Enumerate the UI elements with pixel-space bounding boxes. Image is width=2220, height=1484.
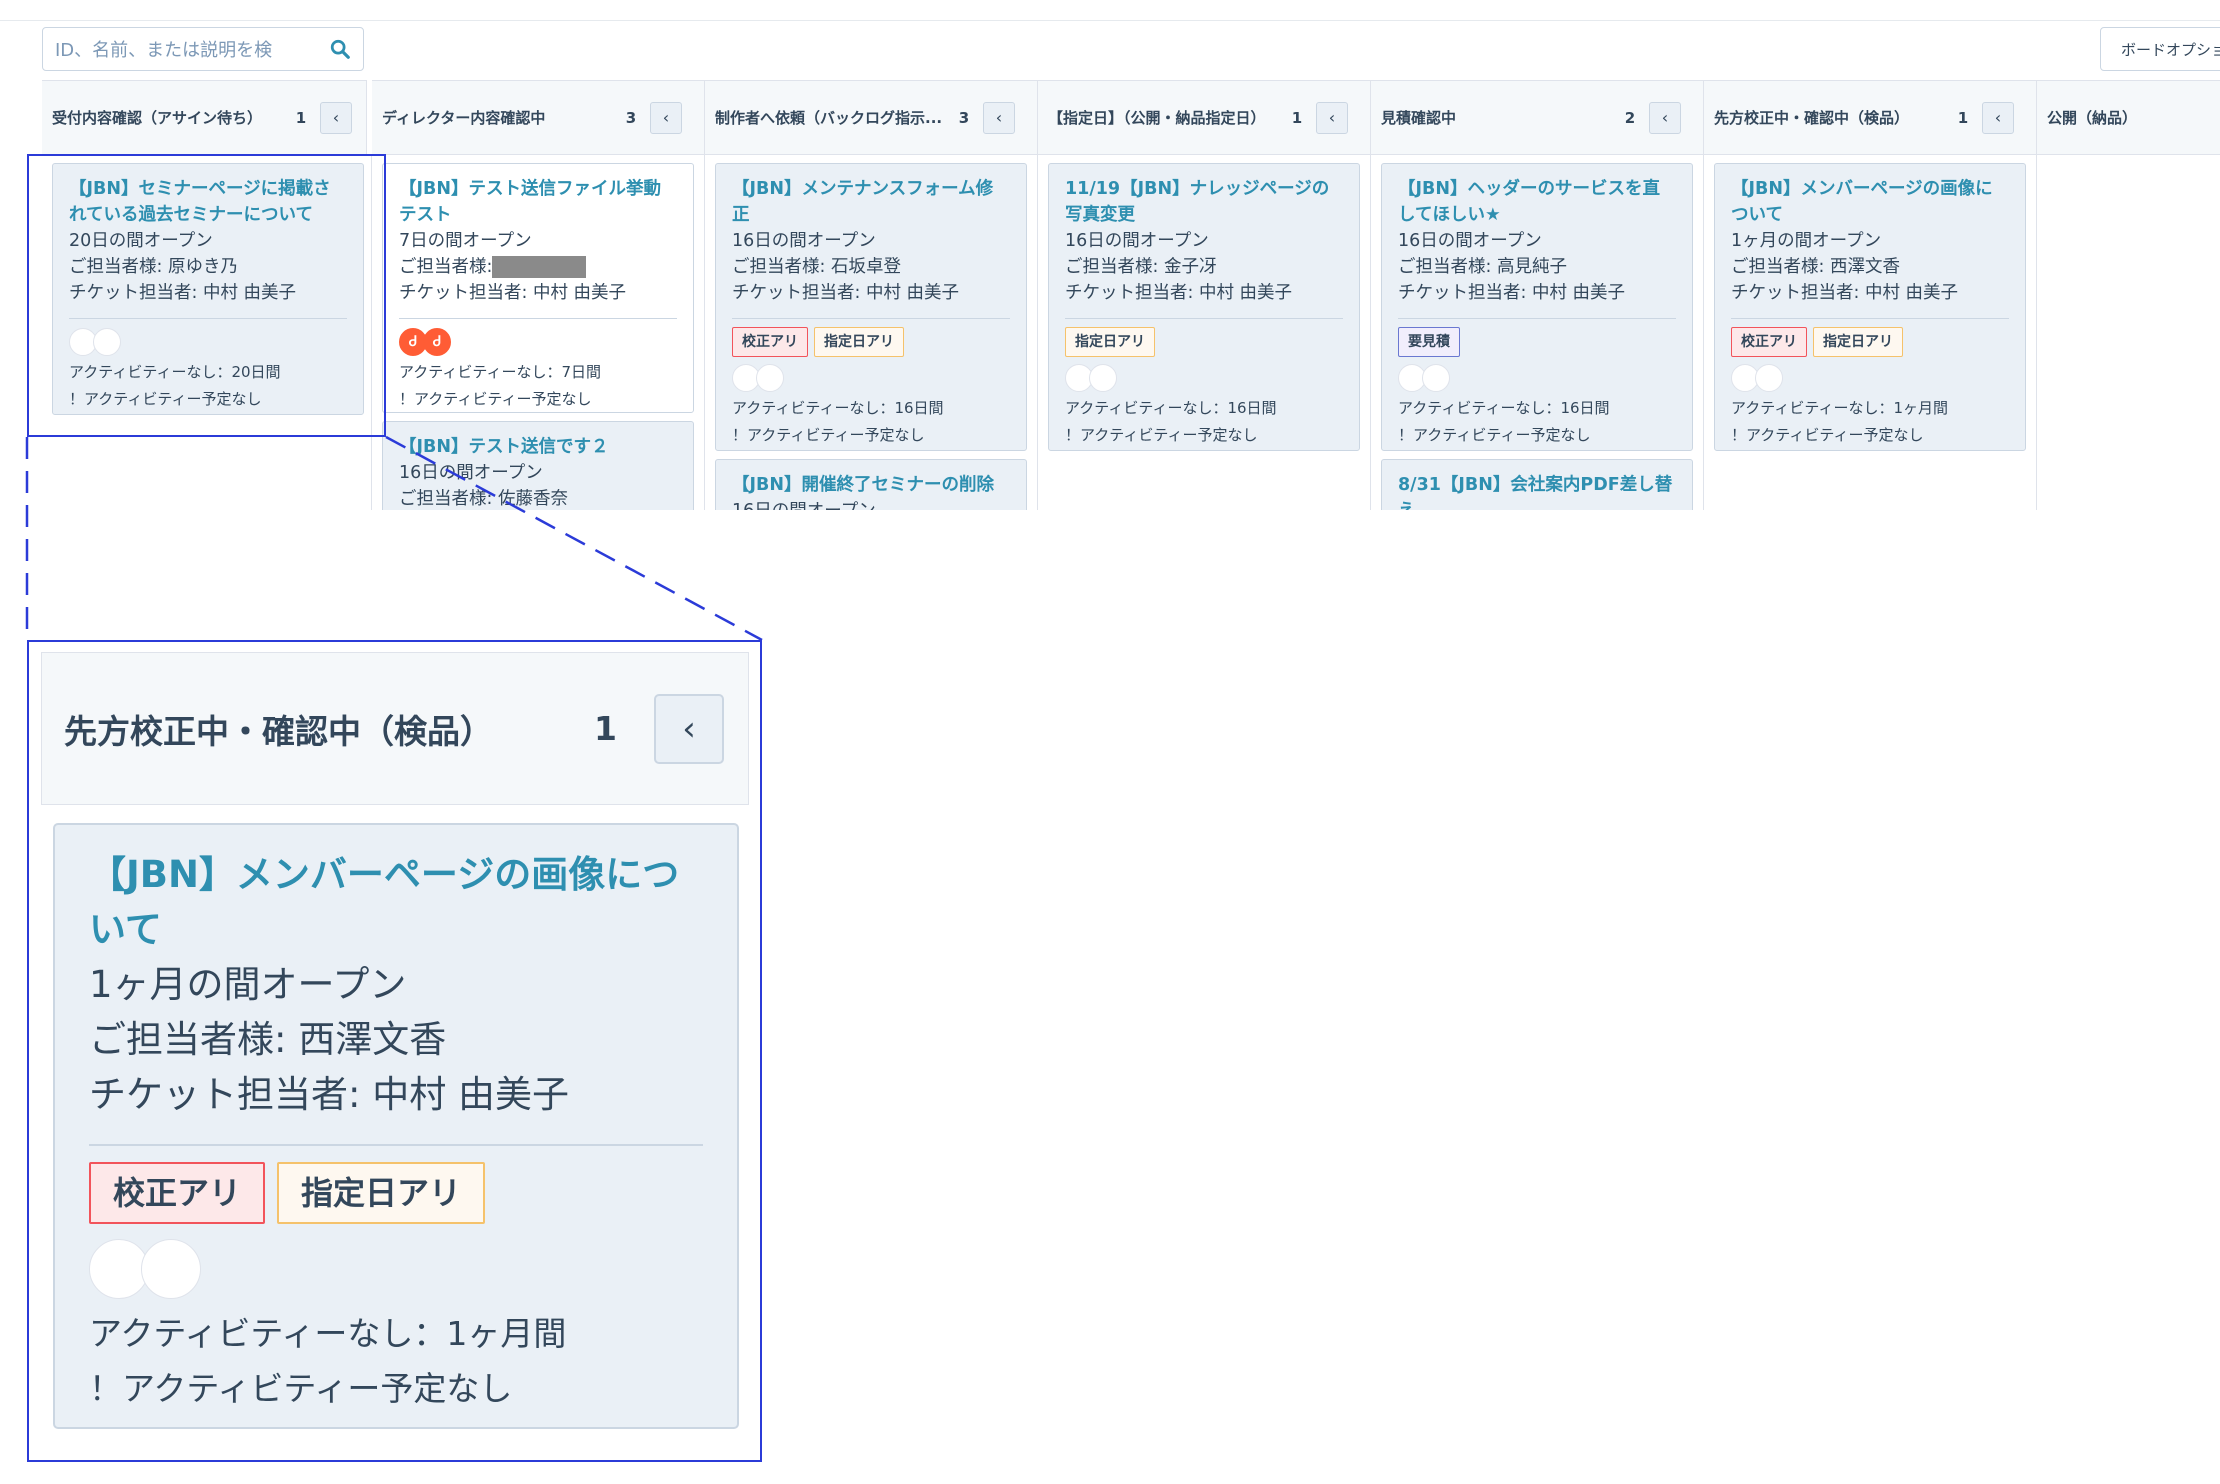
chevron-left-icon: ‹ <box>682 708 696 749</box>
collapse-button[interactable]: ‹ <box>654 693 724 764</box>
card-open: 1ヶ月の間オープン <box>89 963 407 1006</box>
tag-group: 校正アリ 指定日アリ <box>89 1162 703 1224</box>
card-activity: アクティビティーなし：1ヶ月間 <box>89 1314 567 1353</box>
card-owner: チケット担当者: 中村 由美子 <box>89 1073 569 1116</box>
tag-date: 指定日アリ <box>277 1162 486 1224</box>
avatar-icon[interactable] <box>89 1239 149 1299</box>
card-title[interactable]: 【JBN】メンバーページの画像について <box>89 847 703 957</box>
zoom-column-header: 先方校正中・確認中（検品） 1 ‹ <box>41 652 749 805</box>
ticket-card[interactable]: 【JBN】メンバーページの画像について 1ヶ月の間オープン ご担当者様: 西澤文… <box>53 823 739 1429</box>
tag-proofing: 校正アリ <box>89 1162 266 1224</box>
avatar-group <box>89 1238 703 1300</box>
column-count: 1 <box>594 709 617 748</box>
card-divider <box>89 1144 703 1146</box>
avatar-icon[interactable] <box>141 1239 201 1299</box>
column-title: 先方校正中・確認中（検品） <box>64 711 493 751</box>
card-contact: ご担当者様: 西澤文香 <box>89 1018 447 1061</box>
zoom-panel: 先方校正中・確認中（検品） 1 ‹ 【JBN】メンバーページの画像について 1ヶ… <box>27 640 762 1462</box>
card-next-activity: ！アクティビティー予定なし <box>89 1369 513 1408</box>
